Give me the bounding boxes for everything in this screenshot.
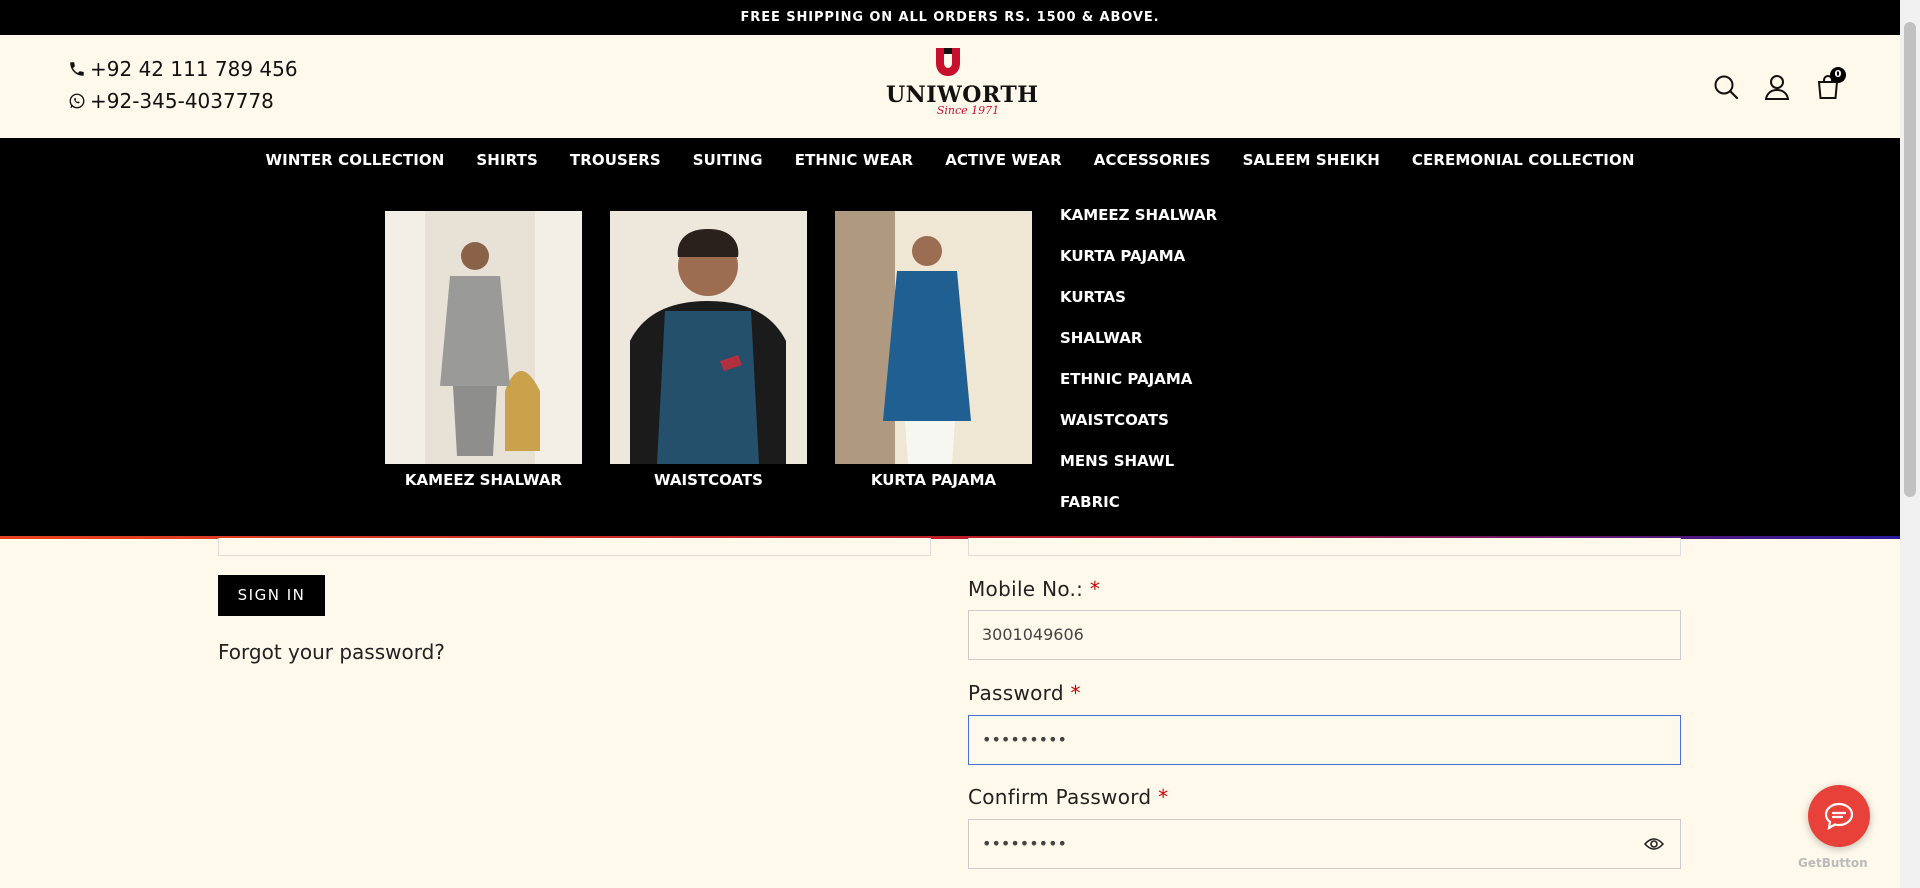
menu-link-mens-shawl[interactable]: MENS SHAWL — [1060, 451, 1217, 492]
confirm-password-label: Confirm Password * — [968, 785, 1168, 809]
menu-link-waistcoats[interactable]: WAISTCOATS — [1060, 410, 1217, 451]
phone-number: +92 42 111 789 456 — [90, 57, 298, 81]
mobile-label: Mobile No.: * — [968, 577, 1100, 601]
mega-card-label: KAMEEZ SHALWAR — [404, 471, 563, 489]
password-input[interactable]: ••••••••• — [968, 715, 1681, 765]
account-icon[interactable] — [1763, 73, 1791, 101]
required-mark: * — [1158, 785, 1169, 809]
cart-count-badge: 0 — [1830, 67, 1846, 83]
mega-card-label: WAISTCOATS — [654, 471, 763, 489]
menu-link-ethnic-pajama[interactable]: ETHNIC PAJAMA — [1060, 369, 1217, 410]
nav-ceremonial-collection[interactable]: CEREMONIAL COLLECTION — [1412, 151, 1635, 169]
phone-contact[interactable]: +92 42 111 789 456 — [68, 57, 298, 81]
mobile-input[interactable]: 3001049606 — [968, 610, 1681, 660]
register-field-above[interactable] — [968, 538, 1681, 556]
kurta-pajama-image[interactable] — [835, 211, 1032, 464]
nav-active-wear[interactable]: ACTIVE WEAR — [945, 151, 1062, 169]
required-mark: * — [1070, 681, 1081, 705]
uniworth-logo[interactable]: UNIWORTH Since 1971 — [886, 47, 1038, 125]
whatsapp-icon — [69, 93, 85, 109]
menu-link-kurtas[interactable]: KURTAS — [1060, 287, 1217, 328]
mega-card-kameez-shalwar[interactable]: KAMEEZ SHALWAR — [385, 211, 582, 489]
ethnic-wear-links: KAMEEZ SHALWAR KURTA PAJAMA KURTAS SHALW… — [1060, 205, 1217, 533]
scrollbar-thumb[interactable] — [1904, 22, 1916, 497]
announcement-bar: FREE SHIPPING ON ALL ORDERS RS. 1500 & A… — [0, 0, 1900, 35]
kameez-shalwar-image[interactable] — [385, 211, 582, 464]
waistcoats-image[interactable] — [610, 211, 807, 464]
nav-shirts[interactable]: SHIRTS — [476, 151, 537, 169]
nav-suiting[interactable]: SUITING — [693, 151, 763, 169]
whatsapp-contact[interactable]: +92-345-4037778 — [68, 89, 274, 113]
getbutton-brand[interactable]: GetButton — [1798, 856, 1868, 870]
required-mark: * — [1089, 577, 1101, 601]
whatsapp-number: +92-345-4037778 — [90, 89, 274, 113]
nav-saleem-sheikh[interactable]: SALEEM SHEIKH — [1243, 151, 1380, 169]
nav-trousers[interactable]: TROUSERS — [570, 151, 661, 169]
site-header: +92 42 111 789 456 +92-345-4037778 UNIWO… — [0, 35, 1900, 138]
menu-link-kameez-shalwar[interactable]: KAMEEZ SHALWAR — [1060, 205, 1217, 246]
menu-link-fabric[interactable]: FABRIC — [1060, 492, 1217, 533]
chat-widget-button[interactable] — [1808, 785, 1870, 847]
confirm-password-label-text: Confirm Password — [968, 785, 1152, 809]
nav-accessories[interactable]: ACCESSORIES — [1094, 151, 1211, 169]
confirm-password-value: ••••••••• — [982, 834, 1067, 853]
mega-card-waistcoats[interactable]: WAISTCOATS — [610, 211, 807, 489]
logo-mark-icon — [936, 48, 960, 76]
login-password-field[interactable] — [218, 538, 931, 556]
main-nav: WINTER COLLECTION SHIRTS TROUSERS SUITIN… — [0, 138, 1900, 181]
chat-bubble-icon — [1824, 802, 1854, 831]
phone-icon — [70, 62, 84, 76]
search-icon[interactable] — [1712, 73, 1740, 101]
menu-link-shalwar[interactable]: SHALWAR — [1060, 328, 1217, 369]
ethnic-wear-mega-menu: KAMEEZ SHALWAR WAISTCOATS KURTA PAJAMA K… — [0, 181, 1900, 537]
mega-card-label: KURTA PAJAMA — [870, 471, 997, 489]
show-password-icon[interactable] — [1644, 836, 1664, 852]
mega-card-kurta-pajama[interactable]: KURTA PAJAMA — [835, 211, 1032, 489]
password-label-text: Password — [968, 681, 1064, 705]
password-label: Password * — [968, 681, 1081, 705]
page-scrollbar[interactable] — [1900, 0, 1920, 888]
confirm-password-input[interactable]: ••••••••• — [968, 819, 1681, 869]
sign-in-button[interactable]: SIGN IN — [218, 575, 325, 616]
forgot-password-link[interactable]: Forgot your password? — [218, 640, 445, 664]
nav-winter-collection[interactable]: WINTER COLLECTION — [266, 151, 445, 169]
mobile-label-text: Mobile No.: — [968, 577, 1084, 601]
menu-link-kurta-pajama[interactable]: KURTA PAJAMA — [1060, 246, 1217, 287]
nav-ethnic-wear[interactable]: ETHNIC WEAR — [795, 151, 913, 169]
